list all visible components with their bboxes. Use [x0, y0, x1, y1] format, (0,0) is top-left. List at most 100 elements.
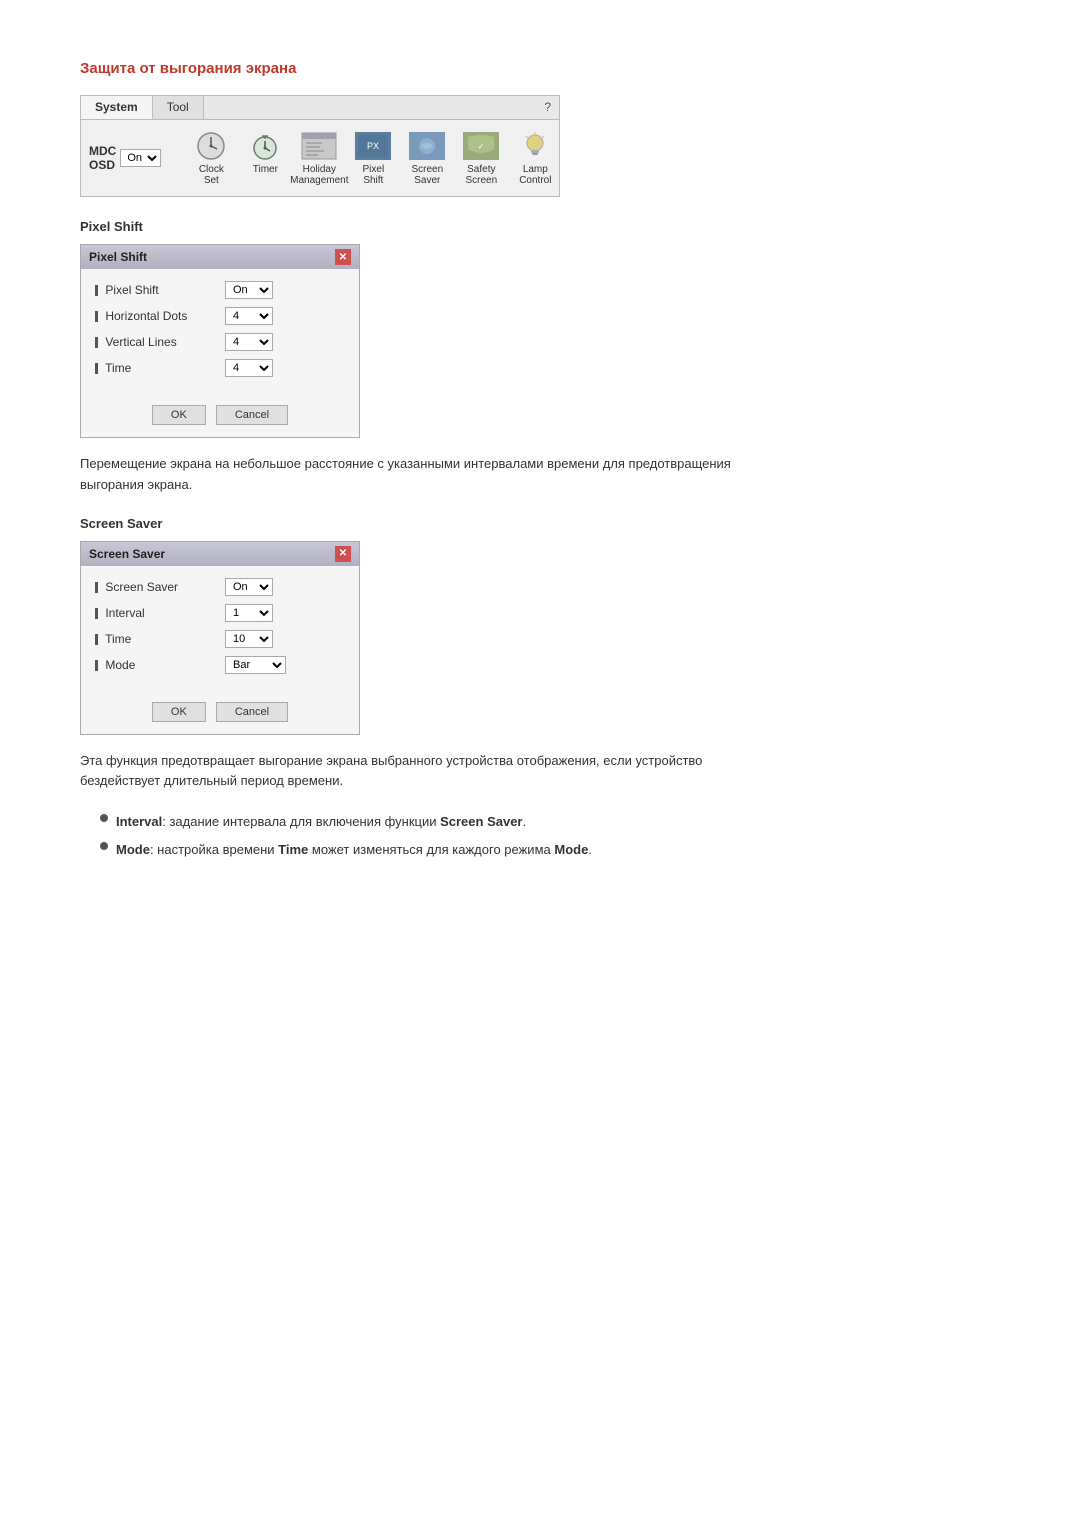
toolbar-items: ClockSet Timer [185, 126, 561, 190]
row-bar [95, 363, 98, 374]
pixel-shift-footer: OK Cancel [81, 397, 359, 437]
bullet-item-1: Mode: настройка времени Time может измен… [100, 840, 1000, 860]
safety-screen-icon: ✓ [462, 130, 500, 162]
bullet-end-1: . [588, 842, 592, 857]
screen-saver-select-0[interactable]: OnOff [225, 578, 273, 596]
bullet-dot-1 [100, 842, 108, 850]
bullet-dot-0 [100, 814, 108, 822]
toolbar-item-holiday[interactable]: HolidayManagement [293, 126, 345, 190]
pixel-shift-select-3[interactable]: 4123 [225, 359, 273, 377]
bullet-suffix-0: . [523, 814, 527, 829]
screen-saver-label-3: Mode [95, 658, 225, 672]
bullet-text-1-main: : настройка времени [150, 842, 278, 857]
screen-saver-close-button[interactable]: ✕ [335, 546, 351, 562]
toolbar-item-safety-screen[interactable]: ✓ SafetyScreen [455, 126, 507, 190]
screen-saver-description: Эта функция предотвращает выгорание экра… [80, 751, 760, 793]
pixel-shift-row-0: Pixel Shift OnOff [95, 281, 345, 299]
screen-saver-cancel-button[interactable]: Cancel [216, 702, 288, 722]
screen-saver-select-2[interactable]: 10515 [225, 630, 273, 648]
pixel-shift-label-0: Pixel Shift [95, 283, 225, 297]
holiday-label: HolidayManagement [290, 164, 348, 186]
toolbar-panel: System Tool ? MDC OSD On Off [80, 95, 560, 197]
lamp-control-icon [516, 130, 554, 162]
row-bar [95, 582, 98, 593]
tab-system[interactable]: System [81, 96, 153, 119]
screen-saver-label-1: Interval [95, 606, 225, 620]
pixel-shift-ok-button[interactable]: OK [152, 405, 206, 425]
screen-saver-row-1: Interval 123 [95, 604, 345, 622]
bullet-text-0: Interval: задание интервала для включени… [116, 812, 526, 832]
svg-text:✓: ✓ [478, 142, 485, 151]
pixel-shift-label-1: Horizontal Dots [95, 309, 225, 323]
toolbar-body: MDC OSD On Off ClockSet [81, 120, 559, 196]
screen-saver-label-0: Screen Saver [95, 580, 225, 594]
toolbar-item-clock-set[interactable]: ClockSet [185, 126, 237, 190]
pixel-shift-label-3: Time [95, 361, 225, 375]
row-bar [95, 634, 98, 645]
screen-saver-icon [408, 130, 446, 162]
pixel-shift-dialog-title: Pixel Shift [89, 250, 147, 264]
row-bar [95, 660, 98, 671]
screen-saver-row-3: Mode BarEraserPixel [95, 656, 345, 674]
pixel-shift-select-2[interactable]: 4123 [225, 333, 273, 351]
bullet-prefix-1: Mode [116, 842, 150, 857]
mdc-osd-section: MDC OSD On Off [89, 144, 161, 172]
clock-icon [192, 130, 230, 162]
timer-label: Timer [253, 164, 278, 175]
row-bar [95, 285, 98, 296]
bullet-prefix-0: Interval [116, 814, 162, 829]
pixel-shift-label: PixelShift [362, 164, 384, 186]
bullet-suffix-bold-1: Mode [554, 842, 588, 857]
row-bar [95, 311, 98, 322]
pixel-shift-description: Перемещение экрана на небольшое расстоян… [80, 454, 760, 496]
timer-icon [246, 130, 284, 162]
screen-saver-ok-button[interactable]: OK [152, 702, 206, 722]
screen-saver-dialog-title: Screen Saver [89, 547, 165, 561]
safety-screen-label: SafetyScreen [465, 164, 497, 186]
help-button[interactable]: ? [536, 96, 559, 119]
screen-saver-select-1[interactable]: 123 [225, 604, 273, 622]
mdc-osd-label: MDC OSD [89, 144, 116, 172]
bullet-suffix-1: может изменяться для каждого режима [308, 842, 554, 857]
row-bar [95, 608, 98, 619]
svg-text:PX: PX [367, 141, 379, 151]
pixel-shift-icon: PX [354, 130, 392, 162]
pixel-shift-cancel-button[interactable]: Cancel [216, 405, 288, 425]
bullet-text-0-main: : задание интервала для включения функци… [162, 814, 440, 829]
pixel-shift-row-3: Time 4123 [95, 359, 345, 377]
screen-saver-titlebar: Screen Saver ✕ [81, 542, 359, 566]
bullet-item-0: Interval: задание интервала для включени… [100, 812, 1000, 832]
page-title: Защита от выгорания экрана [80, 60, 1000, 77]
bullet-list: Interval: задание интервала для включени… [100, 812, 1000, 859]
screen-saver-body: Screen Saver OnOff Interval 123 Time 105… [81, 566, 359, 694]
pixel-shift-select-0[interactable]: OnOff [225, 281, 273, 299]
bullet-highlight-1: Time [278, 842, 308, 857]
mdc-osd-select[interactable]: On Off [120, 149, 161, 167]
toolbar-tabs: System Tool ? [81, 96, 559, 120]
row-bar [95, 337, 98, 348]
toolbar-item-lamp-control[interactable]: LampControl [509, 126, 561, 190]
toolbar-item-timer[interactable]: Timer [239, 126, 291, 190]
clock-set-label: ClockSet [199, 164, 224, 186]
pixel-shift-dialog: Pixel Shift ✕ Pixel Shift OnOff Horizont… [80, 244, 360, 438]
pixel-shift-label-2: Vertical Lines [95, 335, 225, 349]
bullet-highlight-0: Screen Saver [440, 814, 522, 829]
pixel-shift-close-button[interactable]: ✕ [335, 249, 351, 265]
screen-saver-footer: OK Cancel [81, 694, 359, 734]
bullet-text-1: Mode: настройка времени Time может измен… [116, 840, 592, 860]
pixel-shift-section-title: Pixel Shift [80, 219, 1000, 234]
screen-saver-select-3[interactable]: BarEraserPixel [225, 656, 286, 674]
screen-saver-label-2: Time [95, 632, 225, 646]
tab-tool[interactable]: Tool [153, 96, 204, 119]
screen-saver-row-0: Screen Saver OnOff [95, 578, 345, 596]
pixel-shift-row-1: Horizontal Dots 4123 [95, 307, 345, 325]
lamp-control-label: LampControl [519, 164, 551, 186]
screen-saver-row-2: Time 10515 [95, 630, 345, 648]
pixel-shift-body: Pixel Shift OnOff Horizontal Dots 4123 V… [81, 269, 359, 397]
holiday-icon [300, 130, 338, 162]
screen-saver-section-title: Screen Saver [80, 516, 1000, 531]
pixel-shift-row-2: Vertical Lines 4123 [95, 333, 345, 351]
pixel-shift-select-1[interactable]: 4123 [225, 307, 273, 325]
toolbar-item-screen-saver[interactable]: ScreenSaver [401, 126, 453, 190]
toolbar-item-pixel-shift[interactable]: PX PixelShift [347, 126, 399, 190]
